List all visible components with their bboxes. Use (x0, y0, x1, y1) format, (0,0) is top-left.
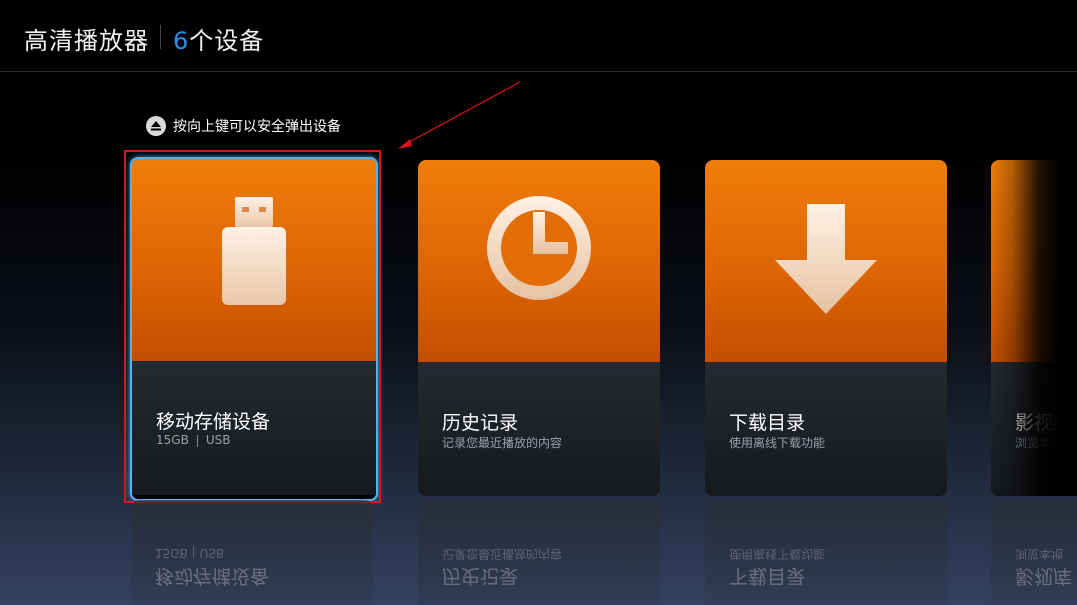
card-subtitle: 记录您最近播放的内容 (442, 436, 563, 450)
card-reflection: 记录您最近播放的内容 历史记录 (418, 500, 660, 605)
card-subtitle: 使用离线下载功能 (729, 436, 826, 450)
edge-fade (991, 160, 1077, 496)
card-reflection: 浏览本地 影视库 (991, 500, 1077, 605)
device-count-label: 个设备 (189, 27, 265, 55)
annotation-highlight-box (124, 150, 381, 503)
card-label: 历史记录 (442, 412, 519, 434)
card-reflection: 15GB | USB 移动存储设备 (131, 500, 373, 605)
eject-hint-text: 按向上键可以安全弹出设备 (173, 119, 341, 135)
reflection-label: 影视库 (1015, 565, 1073, 587)
reflection-label: 下载目录 (729, 565, 806, 587)
card-downloads[interactable]: 下载目录 使用离线下载功能 (705, 160, 947, 496)
reflection-label: 历史记录 (442, 565, 519, 587)
reflection-subtitle: 记录您最近播放的内容 (442, 547, 563, 561)
card-history[interactable]: 历史记录 记录您最近播放的内容 (418, 160, 660, 496)
app-title: 高清播放器 (24, 27, 149, 55)
card-video-library[interactable]: 影视库 浏览本地 (991, 160, 1077, 496)
eject-hint: 按向上键可以安全弹出设备 (146, 115, 341, 137)
reflection-subtitle: 浏览本地 (1015, 547, 1064, 561)
top-bar: 高清播放器 6个设备 (0, 0, 1077, 72)
download-arrow-icon (775, 204, 877, 314)
card-reflection: 使用离线下载功能 下载目录 (705, 500, 947, 605)
title-divider (160, 25, 161, 49)
device-count: 6个设备 (173, 21, 264, 56)
device-count-number: 6 (173, 27, 190, 55)
annotation-arrow (398, 81, 521, 149)
eject-icon (146, 116, 166, 136)
card-label: 下载目录 (729, 412, 806, 434)
reflection-label: 移动存储设备 (155, 565, 270, 587)
clock-icon (487, 196, 591, 300)
reflection-subtitle: 使用离线下载功能 (729, 547, 826, 561)
reflection-subtitle: 15GB | USB (155, 546, 225, 560)
